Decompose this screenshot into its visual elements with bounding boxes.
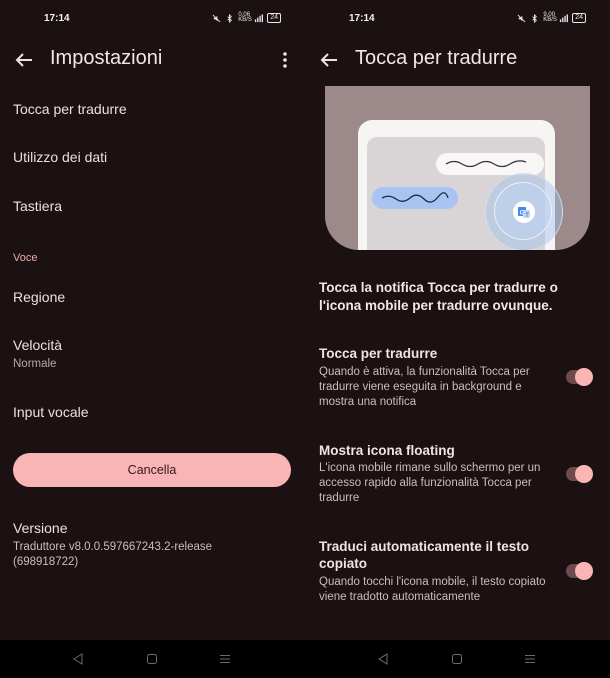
arrow-back-icon[interactable] (12, 48, 36, 72)
setting-data-usage[interactable]: Utilizzo dei dati (13, 149, 107, 165)
system-nav-bar (0, 640, 610, 678)
square-home-icon[interactable] (451, 653, 463, 665)
toggle-floating-icon[interactable] (566, 465, 593, 483)
version-number: Traduttore v8.0.0.597667243.2-release (13, 541, 213, 553)
battery-indicator: 24 (267, 13, 281, 23)
setting-region[interactable]: Regione (13, 289, 65, 305)
settings-screen: 17:14 0,06 KB/S 24 Impostazioni Tocca pe… (0, 0, 305, 640)
status-bar: 17:14 9,00 KB/S 24 (305, 0, 610, 36)
status-bar: 17:14 0,06 KB/S 24 (0, 0, 305, 36)
arrow-back-icon[interactable] (317, 48, 341, 72)
toggle-title-tap-to-translate: Tocca per tradurre (319, 346, 438, 361)
setting-voice-input[interactable]: Input vocale (13, 404, 89, 420)
setting-speed[interactable]: Velocità (13, 337, 62, 353)
toggle-knob (575, 562, 593, 580)
toggle-desc-floating-icon: L'icona mobile rimane sullo schermo per … (319, 462, 541, 504)
page-title: Tocca per tradurre (355, 47, 518, 69)
toggle-desc-auto-translate: Quando tocchi l'icona mobile, il testo c… (319, 576, 546, 603)
app-bar: Tocca per tradurre (305, 36, 610, 84)
status-time: 17:14 (44, 13, 70, 24)
app-bar: Impostazioni (0, 36, 305, 84)
menu-recents-icon[interactable] (219, 653, 231, 665)
squiggle-text-icon (445, 160, 527, 168)
toggle-auto-translate[interactable] (566, 562, 593, 580)
setting-keyboard[interactable]: Tastiera (13, 198, 62, 214)
more-vert-icon[interactable] (273, 48, 297, 72)
signal-icon (560, 13, 569, 22)
network-speed: 9,00 KB/S (543, 12, 557, 23)
square-home-icon[interactable] (146, 653, 158, 665)
bluetooth-icon (532, 13, 538, 23)
tap-to-translate-illustration: G (325, 86, 590, 250)
toggle-title-floating-icon: Mostra icona floating (319, 443, 455, 458)
version-build: (698918722) (13, 556, 79, 568)
bluetooth-icon (227, 13, 233, 23)
toggle-desc-tap-to-translate: Quando è attiva, la funzionalità Tocca p… (319, 366, 530, 408)
toggle-title-auto-translate: Traduci automaticamente il testo copiato (319, 539, 530, 571)
status-icons: 0,06 KB/S 24 (212, 12, 281, 24)
intro-description: Tocca la notifica Tocca per tradurre o l… (319, 280, 558, 313)
toggle-knob (575, 368, 593, 386)
phone-illustration: G (358, 120, 563, 250)
toggle-tap-to-translate[interactable] (566, 368, 593, 386)
triangle-back-icon[interactable] (72, 653, 84, 665)
squiggle-text-icon (381, 192, 449, 203)
section-header-voice: Voce (13, 252, 38, 264)
nav-group-right (305, 640, 610, 678)
setting-speed-value: Normale (13, 358, 57, 370)
status-icons: 9,00 KB/S 24 (517, 12, 586, 24)
mute-icon (517, 14, 526, 22)
tap-to-translate-screen: 17:14 9,00 KB/S 24 Tocca per tradurre G … (305, 0, 610, 640)
floating-bubble-ring: G (494, 182, 552, 240)
menu-recents-icon[interactable] (524, 653, 536, 665)
clear-button[interactable]: Cancella (13, 453, 291, 487)
setting-tap-to-translate[interactable]: Tocca per tradurre (13, 101, 127, 117)
nav-group-left (0, 640, 305, 678)
phone-screen: G (367, 137, 563, 250)
network-speed: 0,06 KB/S (238, 12, 252, 23)
battery-indicator: 24 (572, 13, 586, 23)
toggle-knob (575, 465, 593, 483)
mute-icon (212, 14, 221, 22)
triangle-back-icon[interactable] (377, 653, 389, 665)
floating-bubble-rings: G (485, 173, 563, 250)
google-translate-icon: G (513, 201, 535, 223)
chat-bubble-outgoing (372, 187, 458, 209)
signal-icon (255, 13, 264, 22)
page-title: Impostazioni (50, 47, 163, 69)
chat-bubble-incoming (436, 153, 544, 175)
version-label: Versione (13, 520, 68, 536)
status-time: 17:14 (349, 13, 375, 24)
